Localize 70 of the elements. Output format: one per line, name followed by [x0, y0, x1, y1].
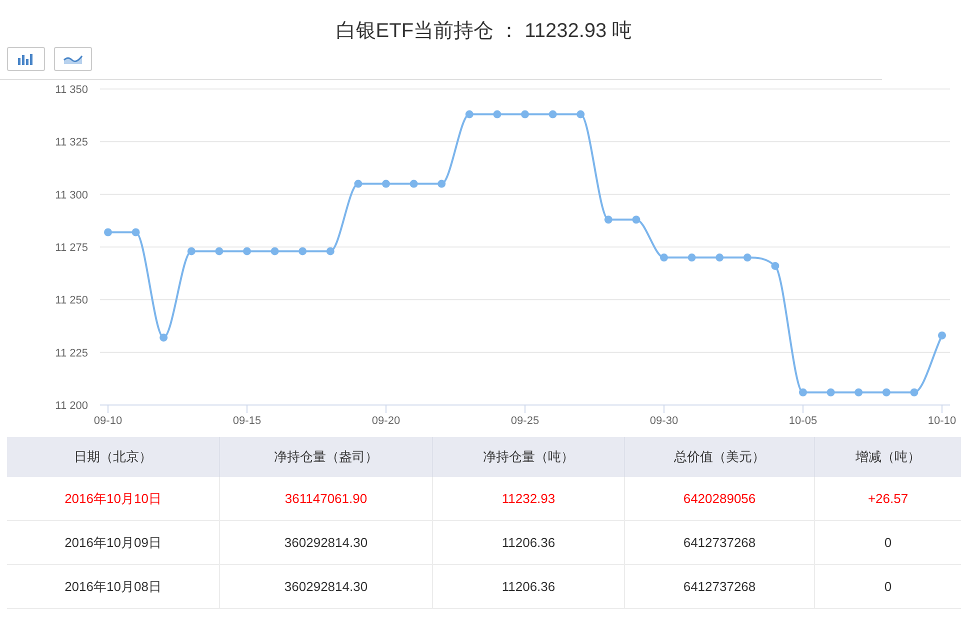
chart-title: 白银ETF当前持仓 ： 11232.93 吨: [336, 19, 632, 44]
data-point: [465, 110, 474, 118]
x-axis-label: 09-20: [372, 415, 400, 427]
y-axis-label: 11 300: [55, 189, 88, 202]
column-header: 增减（吨）: [854, 448, 922, 466]
x-axis-label: 10-05: [788, 415, 818, 427]
table-cell: 11206.36: [433, 521, 625, 564]
data-point: [548, 110, 557, 118]
column-header: 净持仓量（吨）: [433, 437, 625, 477]
data-point: [632, 216, 640, 224]
table-cell: 6420289056: [625, 477, 815, 520]
data-point: [688, 254, 696, 262]
y-axis-label: 11 325: [55, 136, 88, 149]
data-point: [438, 180, 446, 188]
data-point: [382, 180, 390, 188]
line-chart-button[interactable]: [54, 47, 92, 71]
y-axis-label: 11 250: [55, 294, 88, 307]
table-cell-text: 0: [883, 578, 893, 596]
x-axis-label: 09-10: [94, 415, 122, 427]
x-axis-label: 10-10: [928, 415, 956, 427]
data-point: [771, 262, 780, 270]
y-axis-label: 11 275: [55, 242, 88, 254]
data-point: [521, 110, 529, 118]
data-point: [215, 247, 224, 256]
x-axis-label: 09-25: [510, 415, 540, 427]
table-cell: 2016年10月10日: [7, 477, 220, 520]
data-point: [270, 247, 279, 256]
line-chart-icon: [63, 54, 83, 64]
data-point: [716, 254, 724, 262]
data-point: [604, 216, 612, 224]
y-axis-label: 11 225: [55, 347, 88, 360]
x-axis-label: 09-30: [650, 415, 678, 427]
table-cell: 11232.93: [433, 477, 625, 520]
column-header: 净持仓量（盎司）: [220, 437, 433, 477]
data-point: [354, 180, 362, 188]
data-point: [826, 388, 835, 396]
table-cell: 360292814.30: [220, 565, 433, 608]
table-cell: 11206.36: [433, 565, 625, 608]
data-point: [160, 334, 168, 342]
table-cell: 2016年10月08日: [7, 565, 220, 608]
data-point: [743, 254, 752, 262]
data-point: [243, 247, 251, 256]
table-cell: 361147061.90: [220, 477, 433, 520]
table-cell: 360292814.30: [220, 521, 433, 564]
data-point: [104, 228, 112, 236]
bar-chart-button[interactable]: [7, 47, 45, 71]
bar-chart-icon: [17, 53, 35, 65]
x-axis-label: 09-15: [232, 415, 262, 427]
table-cell: 6412737268: [625, 565, 815, 608]
data-point: [576, 110, 585, 118]
y-axis-label: 11 350: [55, 84, 88, 96]
data-point: [187, 247, 196, 256]
data-point: [938, 331, 946, 340]
y-axis-label: 11 200: [55, 400, 88, 412]
table-cell: 2016年10月09日: [7, 521, 220, 564]
data-point: [132, 228, 140, 236]
data-point: [854, 388, 863, 396]
data-point: [660, 254, 668, 262]
data-point: [410, 180, 418, 188]
data-point: [799, 388, 807, 396]
table-cell-text: +26.57: [866, 490, 910, 508]
column-header: 总价值（美元）: [625, 437, 815, 477]
table-cell-text: 0: [883, 534, 893, 552]
column-header: 日期（北京）: [7, 437, 220, 477]
data-point: [493, 110, 502, 118]
table-cell: 6412737268: [625, 521, 815, 564]
data-point: [910, 388, 918, 396]
data-point: [326, 247, 334, 256]
data-point: [298, 247, 307, 256]
data-point: [882, 388, 890, 396]
